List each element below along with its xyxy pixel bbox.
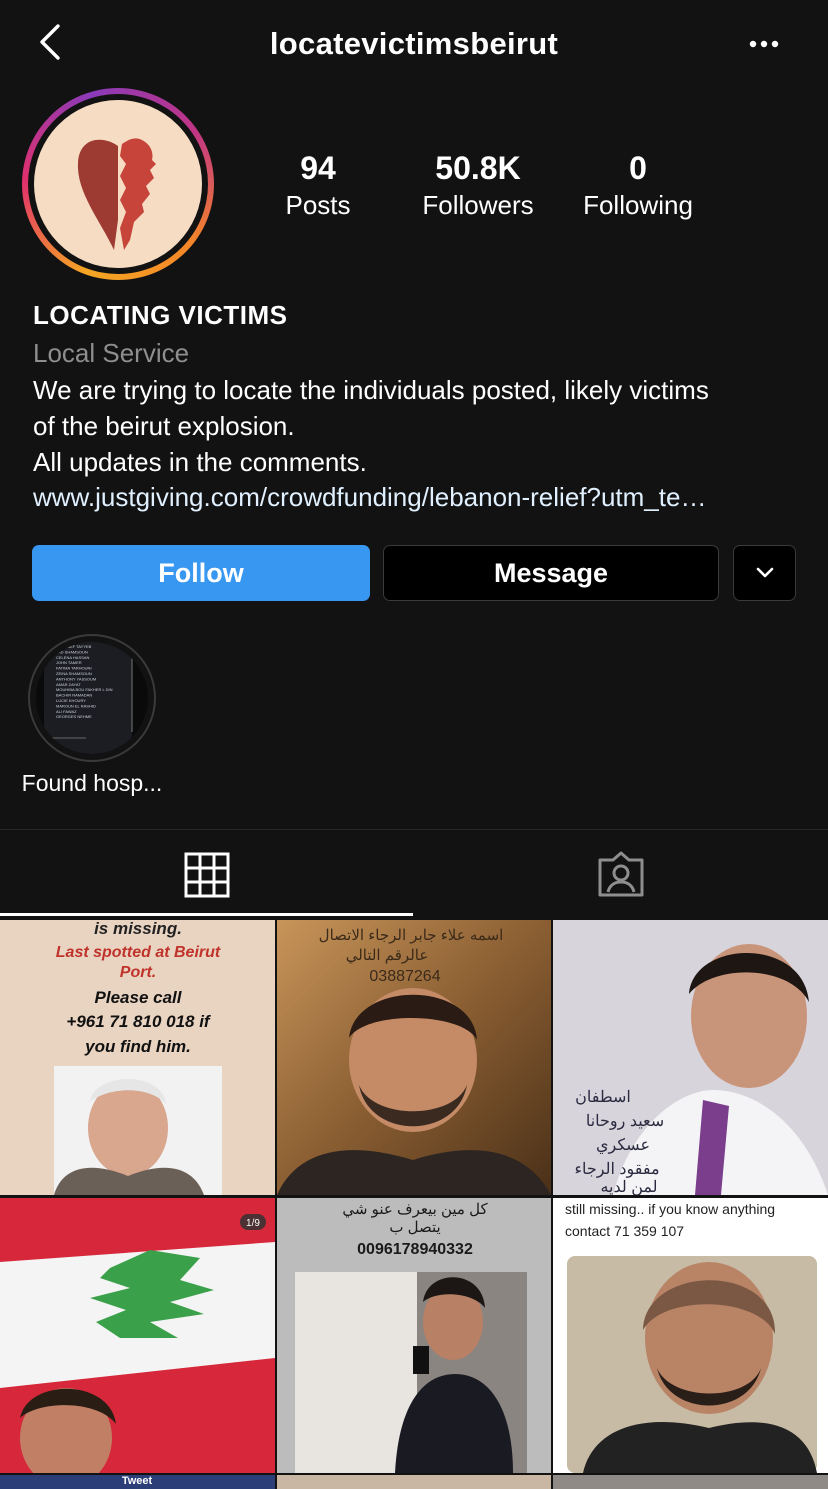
highlight-list-item: ANTHONY YASSOUM [56,676,96,681]
post-text: contact 71 359 107 [565,1223,684,1239]
post-text: Tweet [122,1475,153,1487]
profile-category: Local Service [33,338,190,368]
stat-label: Followers [422,190,534,220]
highlight-list-item: GEORGES NEHME [56,714,92,719]
post-text: Please call [95,988,183,1007]
highlight-list-item: LUCIE KHOURY [56,698,86,703]
post-text: اسمه علاء جابر الرجاء الاتصال [319,927,504,944]
broken-heart-logo [77,138,156,250]
stat-value: 94 [300,150,336,186]
stat-value: 50.8K [435,150,521,186]
suggested-accounts-button[interactable] [733,545,796,601]
post-text: يتصل ب [389,1219,440,1236]
followers-count[interactable]: 50.8K Followers [403,148,553,222]
highlight-list-item: BACHIR RAMADAN [56,693,92,698]
post-thumbnail[interactable]: is missing. Last spotted at Beirut Port.… [0,920,275,1195]
post-text: Last spotted at Beirut [56,944,221,961]
tagged-person-icon [598,851,644,897]
profile-username: locatevictimsbeirut [269,26,559,61]
profile-avatar[interactable] [34,100,202,268]
post-text: سعيد روحانا [586,1113,664,1130]
post-thumbnail[interactable]: كل مين بيعرف عنو شي يتصل ب 0096178940332 [277,1198,551,1473]
post-text: 0096178940332 [357,1241,473,1258]
bio-line: All updates in the comments. [33,447,367,477]
stat-label: Following [583,190,693,220]
message-button[interactable]: Message [383,545,719,601]
post-text: كل مين بيعرف عنو شي [342,1201,488,1218]
bio-link[interactable]: www.justgiving.com/crowdfunding/lebanon-… [33,482,803,513]
active-tab-indicator [0,913,413,916]
post-text: still missing.. if you know anything [565,1201,775,1217]
post-thumbnail[interactable] [553,1475,828,1489]
highlight-cover: YOUSSEF TAYYEB JAD SHAMSOUN CELENA HASSAN J… [36,642,148,754]
follow-button[interactable]: Follow [32,545,370,601]
post-text: عالرقم التالي [346,947,429,964]
stat-label: Posts [285,190,351,220]
post-text: Port. [120,964,156,981]
post-text: مفقود الرجاء [574,1161,659,1178]
post-thumbnail[interactable]: 1/9 [0,1198,275,1473]
bio-line: We are trying to locate the individuals … [33,375,709,405]
highlight-list-item: MAROUN EL RASHID [56,703,96,708]
highlight-list-item: MOUHIBA BOU FAKHER L DIN [56,687,113,692]
post-thumbnail[interactable]: Tweet [0,1475,275,1489]
highlight-label: Found hosp... [21,770,163,796]
stat-value: 0 [629,150,647,186]
post-text: لمن لديه [600,1179,657,1195]
bio-line: of the beirut explosion. [33,411,295,441]
post-thumbnail[interactable]: اسمه علاء جابر الرجاء الاتصال عالرقم الت… [277,920,551,1195]
tab-tagged[interactable] [413,830,828,916]
highlight-list-item: JOHN TAMER [56,660,82,665]
carousel-badge: 1/9 [246,1218,260,1229]
post-thumbnail[interactable]: still missing.. if you know anything con… [553,1198,828,1473]
post-text: +961 71 810 018 if [66,1012,212,1031]
chevron-down-icon [756,567,773,578]
profile-name: LOCATING VICTIMS [33,300,288,330]
post-thumbnail[interactable] [277,1475,551,1489]
post-thumbnail[interactable]: اسطفان سعيد روحانا عسكري مفقود الرجاء لم… [553,920,828,1195]
post-text: 03887264 [369,968,440,985]
posts-count[interactable]: 94 Posts [243,148,393,222]
highlight-name-list: YOUSSEF TAYYEBJAD SHAMSOUNCELENA HASSANJ… [44,642,133,754]
post-text: اسطفان [575,1089,631,1106]
post-text: is missing. [94,920,182,938]
tab-posts-grid[interactable] [0,830,413,916]
highlight-list-item: JAD SHAMSOUN [56,649,88,654]
highlight-list-item: FATIMA TARHOUNI [56,666,92,671]
grid-icon [184,852,230,898]
highlight-list-item: ALI FAWAZ [56,709,77,714]
highlight-list-item: AMAR ZAYAT [56,682,81,687]
more-options-icon[interactable] [748,34,780,54]
following-count[interactable]: 0 Following [563,148,713,222]
post-text: عسكري [596,1137,650,1154]
highlight-list-item: ZEINA SHAMSOUN [56,671,92,676]
post-text: you find him. [84,1037,191,1056]
highlight-list-item: CELENA HASSAN [56,655,89,660]
